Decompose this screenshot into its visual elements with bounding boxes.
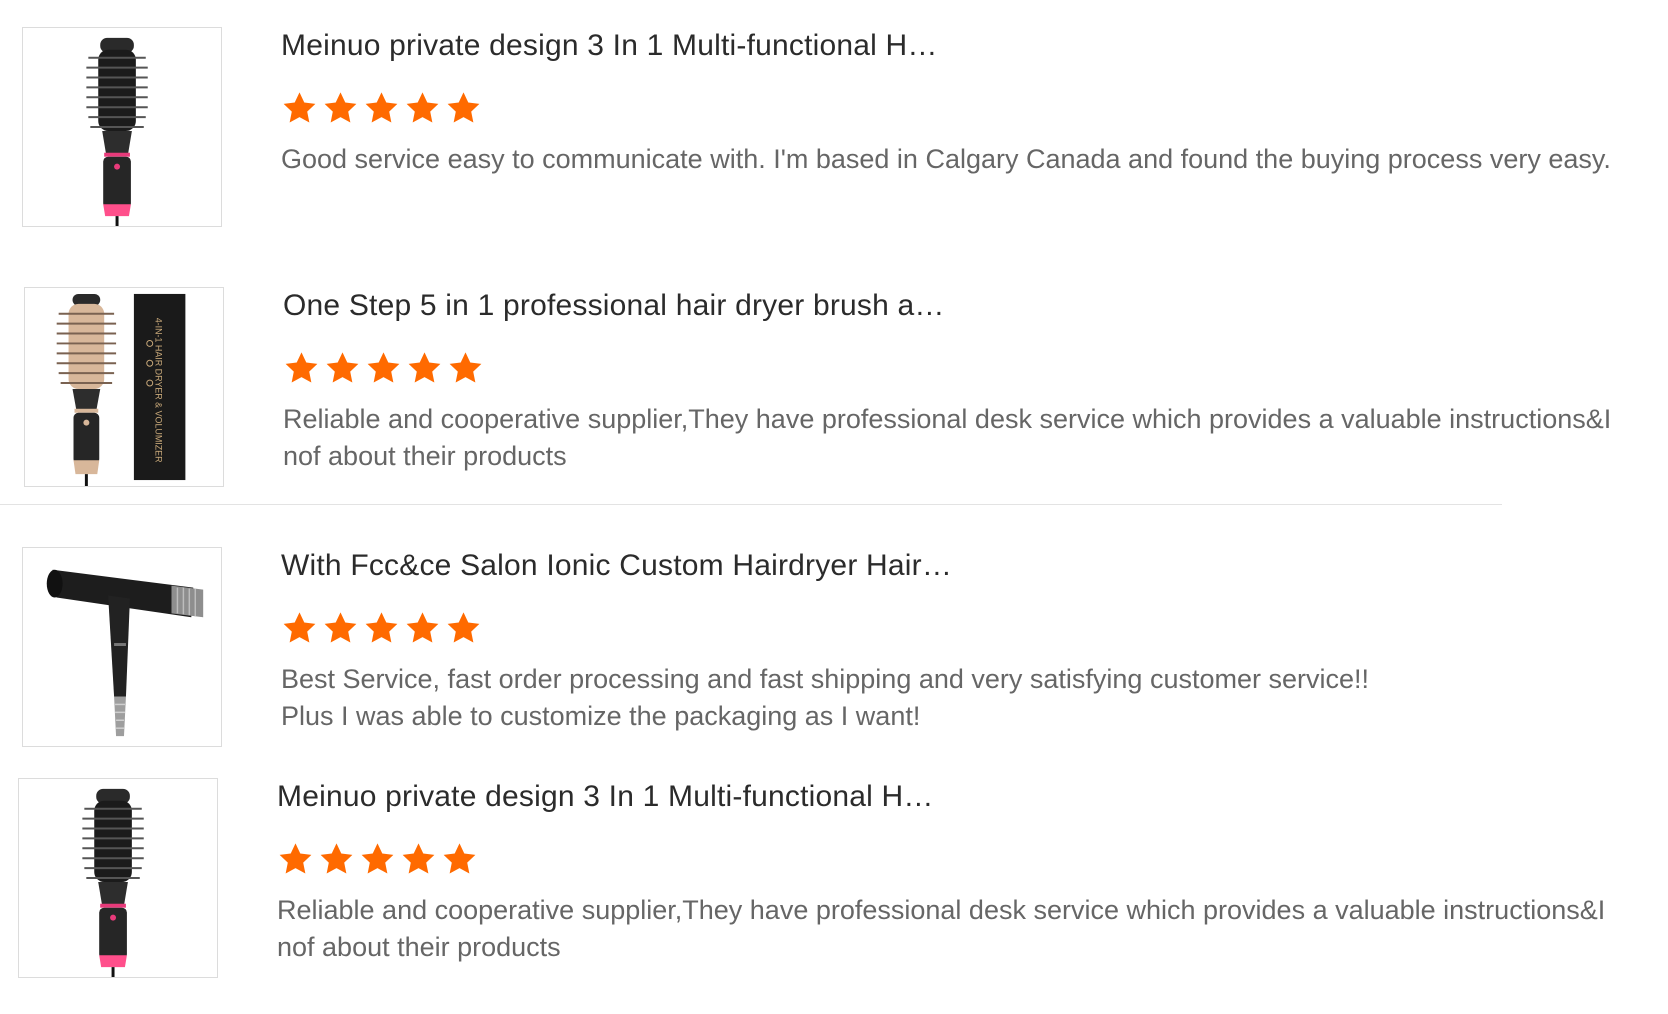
review-item: Meinuo private design 3 In 1 Multi-funct… xyxy=(22,26,1611,237)
product-title[interactable]: Meinuo private design 3 In 1 Multi-funct… xyxy=(277,777,934,817)
star-icon xyxy=(445,90,482,127)
star-icon xyxy=(281,610,318,647)
review-item: Meinuo private design 3 In 1 Multi-funct… xyxy=(18,777,1605,988)
star-rating xyxy=(281,90,482,134)
star-rating xyxy=(281,610,482,654)
box-label: 4-IN-1 HAIR DRYER & VOLUMIZER xyxy=(154,318,164,463)
star-icon xyxy=(324,350,361,387)
star-icon xyxy=(363,610,400,647)
star-rating xyxy=(283,350,484,394)
review-comment: Good service easy to communicate with. I… xyxy=(281,144,1611,174)
gold-brush-with-box-icon: 4-IN-1 HAIR DRYER & VOLUMIZER xyxy=(56,293,186,486)
star-icon xyxy=(359,841,396,878)
star-icon xyxy=(281,90,318,127)
star-icon xyxy=(445,610,482,647)
star-rating xyxy=(277,841,478,885)
product-thumbnail[interactable]: 4-IN-1 HAIR DRYER & VOLUMIZER xyxy=(24,287,224,487)
star-icon xyxy=(441,841,478,878)
star-icon xyxy=(404,610,441,647)
product-title[interactable]: One Step 5 in 1 professional hair dryer … xyxy=(283,286,945,326)
star-icon xyxy=(447,350,484,387)
star-icon xyxy=(404,90,441,127)
star-icon xyxy=(283,350,320,387)
review-comment: Reliable and cooperative supplier,They h… xyxy=(277,895,1606,962)
product-title[interactable]: Meinuo private design 3 In 1 Multi-funct… xyxy=(281,26,938,66)
review-comment: Best Service, fast order processing and … xyxy=(281,661,1611,735)
section-divider xyxy=(0,504,1502,505)
review-item: 4-IN-1 HAIR DRYER & VOLUMIZER One Step 5… xyxy=(24,286,1611,497)
star-icon xyxy=(363,90,400,127)
star-icon xyxy=(322,90,359,127)
product-thumbnail[interactable] xyxy=(22,27,222,227)
t-shape-hairdryer-icon xyxy=(46,569,204,737)
review-comment: Reliable and cooperative supplier,They h… xyxy=(283,404,1612,471)
review-comment-line: Plus I was able to customize the packagi… xyxy=(281,701,921,731)
round-brush-pink-icon xyxy=(86,37,148,226)
star-icon xyxy=(406,350,443,387)
star-icon xyxy=(365,350,402,387)
product-thumbnail[interactable] xyxy=(22,547,222,747)
star-icon xyxy=(400,841,437,878)
star-icon xyxy=(322,610,359,647)
product-thumbnail[interactable] xyxy=(18,778,218,978)
review-comment-line: Best Service, fast order processing and … xyxy=(281,664,1370,694)
star-icon xyxy=(318,841,355,878)
star-icon xyxy=(277,841,314,878)
product-title[interactable]: With Fcc&ce Salon Ionic Custom Hairdryer… xyxy=(281,546,952,586)
round-brush-pink-icon xyxy=(82,788,144,977)
review-item: With Fcc&ce Salon Ionic Custom Hairdryer… xyxy=(22,547,1602,757)
